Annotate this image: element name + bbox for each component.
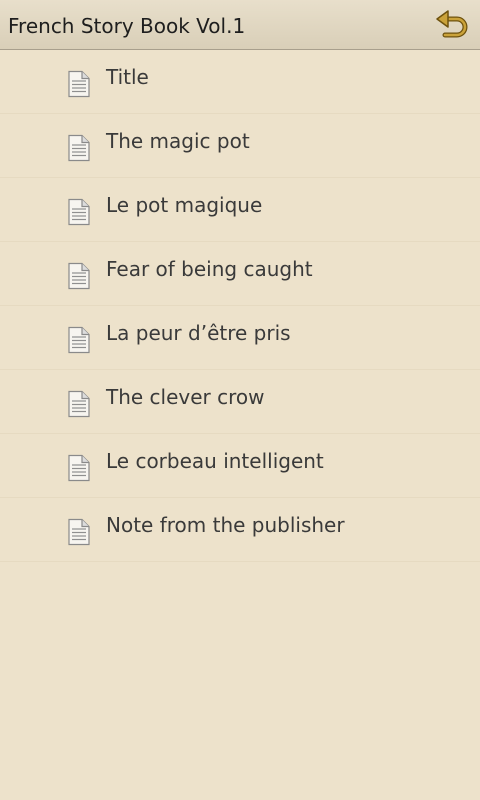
list-item[interactable]: Fear of being caught — [0, 242, 480, 306]
document-icon — [68, 326, 90, 354]
list-item-label: Le corbeau intelligent — [106, 449, 324, 473]
document-icon — [68, 262, 90, 290]
title-bar: French Story Book Vol.1 — [0, 0, 480, 50]
list-item-label: Fear of being caught — [106, 257, 313, 281]
undo-arrow-icon — [436, 10, 468, 38]
list-item[interactable]: The clever crow — [0, 370, 480, 434]
list-item[interactable]: The magic pot — [0, 114, 480, 178]
chapter-list: Title The magic pot Le pot magique Fear … — [0, 50, 480, 562]
list-item[interactable]: Le pot magique — [0, 178, 480, 242]
document-icon — [68, 390, 90, 418]
app-title: French Story Book Vol.1 — [8, 14, 246, 38]
document-icon — [68, 198, 90, 226]
document-icon — [68, 454, 90, 482]
list-item-label: The magic pot — [106, 129, 250, 153]
list-item-label: The clever crow — [106, 385, 265, 409]
list-item[interactable]: La peur d’être pris — [0, 306, 480, 370]
list-item-label: Title — [106, 65, 149, 89]
list-item[interactable]: Title — [0, 50, 480, 114]
document-icon — [68, 134, 90, 162]
list-item-label: Le pot magique — [106, 193, 263, 217]
list-item-label: Note from the publisher — [106, 513, 345, 537]
back-button[interactable] — [432, 5, 472, 45]
document-icon — [68, 518, 90, 546]
list-item[interactable]: Le corbeau intelligent — [0, 434, 480, 498]
document-icon — [68, 70, 90, 98]
list-item[interactable]: Note from the publisher — [0, 498, 480, 562]
list-item-label: La peur d’être pris — [106, 321, 291, 345]
